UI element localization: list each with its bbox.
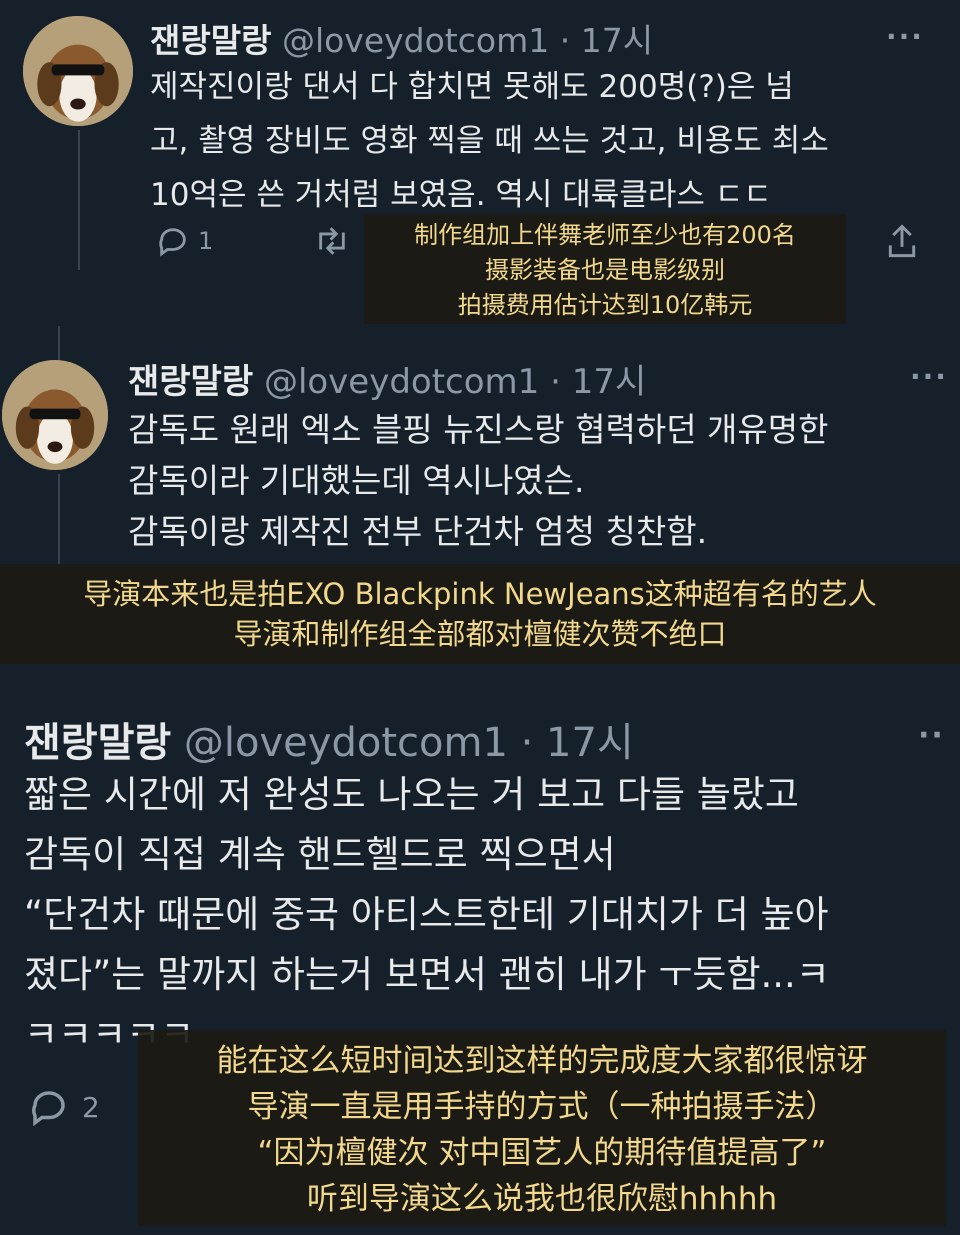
share-icon xyxy=(884,222,920,260)
translation-line: 导演和制作组全部都对檀健次赞不绝口 xyxy=(233,617,727,651)
translation-line: 摄影装备也是电影级别 xyxy=(485,256,725,284)
tweet-line: “단건차 때문에 중국 아티스트한테 기대치가 더 높아 xyxy=(24,893,829,936)
timestamp[interactable]: 17시 xyxy=(572,362,647,402)
tweet-line: 감독이랑 제작진 전부 단건차 엄청 칭찬함. xyxy=(128,512,708,551)
more-icon[interactable]: ··· xyxy=(886,20,924,53)
thread-line xyxy=(58,474,60,564)
tweet-line: 제작진이랑 댄서 다 합치면 못해도 200명(?)은 넘 xyxy=(150,69,794,105)
tweet-header: 잰랑말랑 @loveydotcom1 · 17시 xyxy=(128,354,646,403)
separator-dot: · xyxy=(520,720,534,766)
tweet-line: 감독도 원래 엑소 블핑 뉴진스랑 협력하던 개유명한 xyxy=(128,410,829,449)
display-name[interactable]: 잰랑말랑 xyxy=(150,21,271,60)
tweet-line: 졌다”는 말까지 하는거 보면서 괜히 내가 ㅜ듯함...ㅋ xyxy=(24,953,830,996)
separator-dot: · xyxy=(550,362,561,402)
translation-line: 导演一直是用手持的方式（一种拍摄手法） xyxy=(247,1089,837,1125)
translation-line: 导演本来也是拍EXO Blackpink NewJeans这种超有名的艺人 xyxy=(83,577,877,611)
user-handle[interactable]: @loveydotcom1 xyxy=(184,720,508,766)
display-name[interactable]: 잰랑말랑 xyxy=(128,362,253,402)
tweet-line: 감독이 직접 계속 핸드헬드로 찍으면서 xyxy=(24,833,616,876)
reply-count: 1 xyxy=(198,227,214,255)
translation-line: 制作组加上伴舞老师至少也有200名 xyxy=(414,221,796,249)
retweet-button[interactable] xyxy=(312,224,352,258)
separator-dot: · xyxy=(559,21,571,60)
share-button[interactable] xyxy=(884,222,920,260)
reply-icon xyxy=(156,224,190,258)
translation-caption: 制作组加上伴舞老师至少也有200名 摄影装备也是电影级别 拍摄费用估计达到10亿… xyxy=(364,214,846,324)
tweet-header: 잰랑말랑 @loveydotcom1 · 17시 xyxy=(24,710,634,768)
translation-caption: 能在这么短时间达到这样的完成度大家都很惊讶 导演一直是用手持的方式（一种拍摄手法… xyxy=(138,1030,946,1226)
tweet-text: 감독도 원래 엑소 블핑 뉴진스랑 협력하던 개유명한 감독이라 기대했는데 역… xyxy=(128,404,829,557)
reply-icon xyxy=(26,1086,72,1128)
tweet-text: 짧은 시간에 저 완성도 나오는 거 보고 다들 놀랐고 감독이 직접 계속 핸… xyxy=(24,765,830,1065)
translation-line: 听到导演这么说我也很欣慰hhhhh xyxy=(306,1181,778,1217)
tweet-header: 잰랑말랑 @loveydotcom1 · 17시 xyxy=(150,14,653,62)
translation-caption: 导演本来也是拍EXO Blackpink NewJeans这种超有名的艺人 导演… xyxy=(0,564,960,664)
tweet-line: 감독이라 기대했는데 역시나였슨. xyxy=(128,461,585,500)
reply-count: 2 xyxy=(82,1090,100,1124)
user-handle[interactable]: @loveydotcom1 xyxy=(264,362,539,402)
user-handle[interactable]: @loveydotcom1 xyxy=(282,21,549,60)
display-name[interactable]: 잰랑말랑 xyxy=(24,720,171,766)
tweet-line: 고, 촬영 장비도 영화 찍을 때 쓰는 것고, 비용도 최소 xyxy=(150,123,829,159)
more-icon[interactable]: ··· xyxy=(910,360,948,393)
retweet-icon xyxy=(312,224,352,258)
reply-button[interactable]: 1 xyxy=(156,224,213,258)
timestamp[interactable]: 17시 xyxy=(546,720,634,766)
thread-line xyxy=(78,130,80,270)
tweet-line: 짧은 시간에 저 완성도 나오는 거 보고 다들 놀랐고 xyxy=(24,773,799,816)
tweet-text: 제작진이랑 댄서 다 합치면 못해도 200명(?)은 넘 고, 촬영 장비도 … xyxy=(150,60,829,222)
avatar[interactable] xyxy=(23,16,133,126)
timestamp[interactable]: 17시 xyxy=(581,21,653,60)
translation-line: “因为檀健次 对中国艺人的期待值提高了” xyxy=(257,1135,827,1171)
translation-line: 拍摄费用估计达到10亿韩元 xyxy=(457,291,753,319)
more-icon[interactable]: ·· xyxy=(918,718,945,753)
reply-button[interactable]: 2 xyxy=(26,1086,100,1128)
translation-line: 能在这么短时间达到这样的完成度大家都很惊讶 xyxy=(216,1043,868,1079)
avatar[interactable] xyxy=(2,360,108,470)
